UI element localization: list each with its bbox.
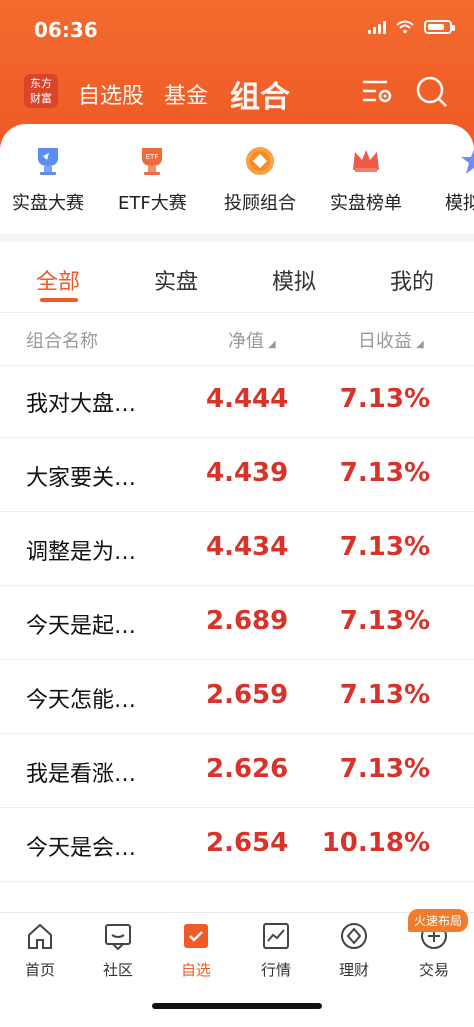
portfolio-nav: 2.689 (206, 606, 289, 636)
portfolio-name: 我对大盘… (26, 392, 137, 417)
col-nav-label: 净值 (228, 331, 264, 352)
shortcut-etf-contest[interactable]: ETF ETF大赛 (118, 144, 187, 215)
content-panel: 实盘大赛 ETF ETF大赛 投顾组合 实盘榜单 模拟 全部 实盘 模拟 我的 … (0, 124, 474, 1026)
shortcut-live-ranking[interactable]: 实盘榜单 (330, 144, 402, 215)
table-row[interactable]: 我是看涨… 2.626 7.13% (0, 734, 474, 808)
table-row[interactable]: 今天怎能… 2.659 7.13% (0, 660, 474, 734)
col-return-label: 日收益 (358, 331, 412, 352)
tab-watchlist[interactable]: 自选 (166, 921, 226, 980)
portfolio-nav: 2.626 (206, 754, 289, 784)
sort-icon: ◢ (268, 339, 276, 350)
status-icons (368, 20, 455, 34)
portfolio-return: 7.13% (339, 606, 430, 636)
active-tab-underline (40, 298, 78, 302)
portfolio-nav: 2.659 (206, 680, 289, 710)
diamond-icon (341, 923, 367, 949)
shortcut-label: 模拟 (445, 193, 474, 214)
app-logo: 东方 财富 (24, 74, 58, 108)
col-name: 组合名称 (26, 331, 98, 352)
home-indicator (152, 1003, 322, 1009)
wifi-icon (396, 20, 414, 34)
shortcut-label: 实盘榜单 (330, 193, 402, 214)
chart-icon (263, 923, 289, 949)
table-row[interactable]: 今天是起… 2.689 7.13% (0, 586, 474, 660)
tab-all[interactable]: 全部 (36, 264, 80, 296)
portfolio-list: 我对大盘… 4.444 7.13% 大家要关… 4.439 7.13% 调整是为… (0, 364, 474, 882)
portfolio-return: 7.13% (339, 754, 430, 784)
sort-icon: ◢ (416, 339, 424, 350)
shortcut-advisor-portfolio[interactable]: 投顾组合 (224, 144, 296, 215)
tab-label: 社区 (102, 961, 133, 979)
crown-icon (353, 150, 379, 172)
portfolio-name: 大家要关… (26, 466, 137, 491)
tab-label: 理财 (338, 961, 369, 979)
portfolio-nav: 2.654 (206, 828, 289, 858)
col-return-sort[interactable]: 日收益 ◢ (358, 327, 424, 353)
logo-text-2: 财富 (30, 92, 52, 105)
portfolio-return: 7.13% (339, 680, 430, 710)
tab-simulated[interactable]: 模拟 (272, 264, 316, 296)
portfolio-name: 我是看涨… (26, 762, 137, 787)
tab-mine[interactable]: 我的 (390, 264, 434, 296)
table-row[interactable]: 大家要关… 4.439 7.13% (0, 438, 474, 512)
portfolio-nav: 4.439 (206, 458, 289, 488)
portfolio-name: 今天怎能… (26, 688, 137, 713)
trophy-icon (38, 148, 58, 175)
tab-community[interactable]: 社区 (88, 921, 148, 980)
portfolio-return: 10.18% (321, 828, 430, 858)
tab-home[interactable]: 首页 (10, 921, 70, 980)
etf-trophy-icon: ETF (142, 148, 163, 175)
tab-label: 自选 (180, 961, 211, 979)
chat-icon (105, 924, 131, 951)
table-row[interactable]: 调整是为… 4.434 7.13% (0, 512, 474, 586)
shortcut-label: 实盘大赛 (12, 193, 84, 214)
status-time: 06:36 (34, 18, 98, 42)
battery-icon (424, 20, 455, 34)
portfolio-return: 7.13% (339, 458, 430, 488)
column-header: 组合名称 净值 ◢ 日收益 ◢ (0, 312, 474, 366)
shortcut-label: ETF大赛 (118, 193, 187, 214)
portfolio-return: 7.13% (339, 384, 430, 414)
tab-label: 行情 (260, 961, 291, 979)
shortcut-live-contest[interactable]: 实盘大赛 (12, 144, 84, 215)
portfolio-name: 调整是为… (26, 540, 137, 565)
portfolio-nav: 4.444 (206, 384, 289, 414)
shortcut-row: 实盘大赛 ETF ETF大赛 投顾组合 实盘榜单 模拟 (0, 138, 474, 218)
search-icon[interactable] (414, 74, 450, 110)
table-row[interactable]: 我对大盘… 4.444 7.13% (0, 364, 474, 438)
tab-portfolios[interactable]: 组合 (230, 72, 290, 116)
app-bar: 东方 财富 自选股 基金 组合 (0, 70, 474, 116)
tab-funds[interactable]: 基金 (164, 78, 208, 110)
shortcut-simulation[interactable]: 模拟 (434, 144, 474, 215)
portfolio-return: 7.13% (339, 532, 430, 562)
section-divider (0, 234, 474, 242)
star-icon (461, 149, 474, 174)
tab-market[interactable]: 行情 (246, 921, 306, 980)
tab-label: 交易 (418, 961, 449, 979)
checkbox-icon (184, 924, 208, 948)
tab-wealth[interactable]: 理财 (324, 921, 384, 980)
svg-text:ETF: ETF (146, 153, 159, 161)
table-row[interactable]: 今天是会… 2.654 10.18% (0, 808, 474, 882)
signal-icon (368, 20, 386, 34)
shortcut-label: 投顾组合 (224, 193, 296, 214)
home-icon (28, 923, 52, 949)
tab-live[interactable]: 实盘 (154, 264, 198, 296)
logo-text-1: 东方 (30, 77, 52, 90)
promo-badge[interactable]: 火速布局 (407, 909, 468, 932)
filter-tabs: 全部 实盘 模拟 我的 (0, 252, 474, 312)
settings-icon[interactable] (360, 74, 396, 110)
portfolio-name: 今天是起… (26, 614, 137, 639)
col-nav-sort[interactable]: 净值 ◢ (228, 327, 276, 353)
bottom-tab-bar: 首页 社区 自选 行情 理财 交易 火速布局 (0, 909, 474, 1027)
status-bar: 06:36 (0, 0, 474, 60)
tab-label: 首页 (24, 961, 55, 979)
coin-icon (246, 147, 274, 175)
portfolio-nav: 4.434 (206, 532, 289, 562)
tab-watchlist-stocks[interactable]: 自选股 (78, 78, 144, 110)
portfolio-name: 今天是会… (26, 836, 137, 861)
